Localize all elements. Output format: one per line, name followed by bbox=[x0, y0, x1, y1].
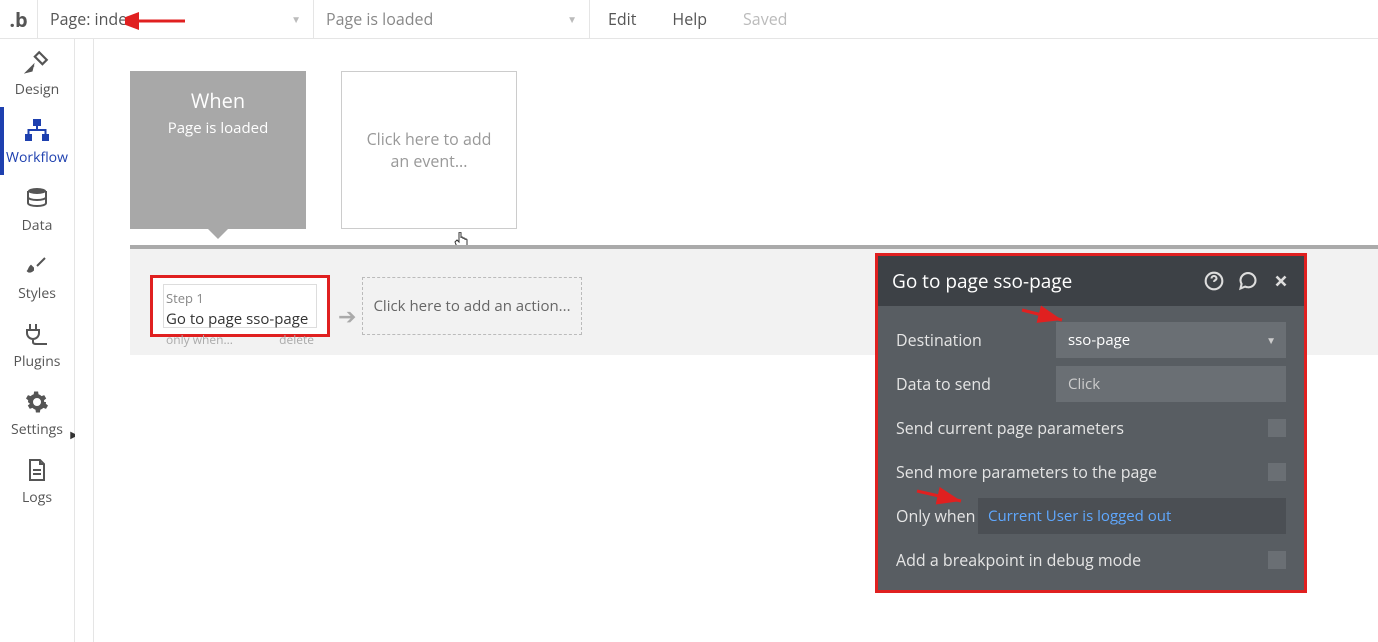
add-event-card[interactable]: Click here to add an event... bbox=[341, 71, 517, 229]
page-dropdown-label: Page: index bbox=[50, 8, 136, 30]
add-event-placeholder: Click here to add an event... bbox=[342, 128, 516, 173]
sidebar-item-label: Design bbox=[15, 80, 59, 99]
sidebar: Design Workflow Data Styles Plugins Sett… bbox=[0, 39, 75, 642]
chevron-down-icon: ▼ bbox=[291, 12, 301, 26]
help-icon[interactable] bbox=[1204, 271, 1224, 291]
database-icon bbox=[25, 184, 49, 212]
sidebar-item-settings[interactable]: Settings bbox=[0, 379, 74, 447]
saved-status: Saved bbox=[725, 8, 805, 30]
sidebar-item-label: Styles bbox=[18, 284, 56, 303]
sidebar-item-label: Data bbox=[22, 216, 53, 235]
sidebar-item-label: Workflow bbox=[6, 148, 68, 167]
event-card-subtitle: Page is loaded bbox=[168, 118, 269, 138]
action-step-1[interactable]: Step 1 Go to page sso-page only when... … bbox=[150, 275, 330, 337]
page-dropdown[interactable]: Page: index ▼ bbox=[38, 0, 314, 39]
sidebar-item-label: Plugins bbox=[14, 352, 61, 371]
help-link[interactable]: Help bbox=[654, 8, 725, 30]
arrow-right-icon: ➔ bbox=[338, 301, 356, 331]
destination-label: Destination bbox=[896, 329, 1056, 351]
gear-icon bbox=[25, 388, 49, 416]
chevron-down-icon: ▼ bbox=[567, 12, 577, 26]
send-current-checkbox[interactable] bbox=[1268, 419, 1286, 437]
panel-header[interactable]: Go to page sso-page bbox=[878, 256, 1304, 306]
property-panel: Go to page sso-page Destination bbox=[875, 253, 1307, 593]
vertical-divider bbox=[93, 39, 94, 642]
file-text-icon bbox=[27, 456, 47, 484]
sidebar-item-data[interactable]: Data bbox=[0, 175, 74, 243]
tools-icon bbox=[24, 48, 50, 76]
add-action-placeholder[interactable]: Click here to add an action... bbox=[362, 277, 582, 335]
only-when-expression[interactable]: Current User is logged out bbox=[978, 498, 1286, 534]
edit-link[interactable]: Edit bbox=[590, 8, 654, 30]
sidebar-item-plugins[interactable]: Plugins bbox=[0, 311, 74, 379]
event-card-when[interactable]: When Page is loaded bbox=[130, 71, 306, 229]
topbar: .b Page: index ▼ Page is loaded ▼ Edit H… bbox=[0, 0, 1378, 39]
breakpoint-label: Add a breakpoint in debug mode bbox=[896, 549, 1268, 571]
sidebar-item-logs[interactable]: Logs bbox=[0, 447, 74, 515]
sidebar-item-label: Logs bbox=[22, 488, 52, 507]
event-dropdown-label: Page is loaded bbox=[326, 8, 433, 30]
paint-brush-icon bbox=[25, 252, 49, 280]
sidebar-item-styles[interactable]: Styles bbox=[0, 243, 74, 311]
workflow-canvas: When Page is loaded Click here to add an… bbox=[75, 39, 1378, 642]
step-title: Go to page sso-page bbox=[166, 309, 314, 329]
destination-value: sso-page bbox=[1068, 330, 1130, 350]
sidebar-item-label: Settings bbox=[11, 420, 63, 439]
chevron-down-icon: ▼ bbox=[1266, 333, 1276, 347]
only-when-label: Only when bbox=[896, 505, 978, 527]
send-more-checkbox[interactable] bbox=[1268, 463, 1286, 481]
close-icon[interactable] bbox=[1272, 272, 1290, 290]
event-card-title: When bbox=[191, 87, 245, 114]
panel-title: Go to page sso-page bbox=[892, 268, 1072, 294]
comment-icon[interactable] bbox=[1238, 271, 1258, 291]
step-only-when[interactable]: only when... bbox=[166, 331, 233, 348]
breakpoint-checkbox[interactable] bbox=[1268, 551, 1286, 569]
only-when-value: Current User is logged out bbox=[988, 506, 1171, 526]
plug-icon bbox=[24, 320, 50, 348]
destination-select[interactable]: sso-page ▼ bbox=[1056, 322, 1286, 358]
event-dropdown[interactable]: Page is loaded ▼ bbox=[314, 0, 590, 39]
data-to-send-label: Data to send bbox=[896, 373, 1056, 395]
logo: .b bbox=[0, 0, 38, 39]
send-current-label: Send current page parameters bbox=[896, 417, 1268, 439]
data-to-send-placeholder: Click bbox=[1068, 374, 1100, 394]
send-more-label: Send more parameters to the page bbox=[896, 461, 1268, 483]
add-action-text: Click here to add an action... bbox=[373, 296, 570, 316]
step-label: Step 1 bbox=[166, 289, 314, 307]
step-delete[interactable]: delete bbox=[279, 331, 314, 348]
sitemap-icon bbox=[23, 116, 51, 144]
sidebar-item-design[interactable]: Design bbox=[0, 39, 74, 107]
data-to-send-input[interactable]: Click bbox=[1056, 366, 1286, 402]
sidebar-item-workflow[interactable]: Workflow bbox=[0, 107, 74, 175]
